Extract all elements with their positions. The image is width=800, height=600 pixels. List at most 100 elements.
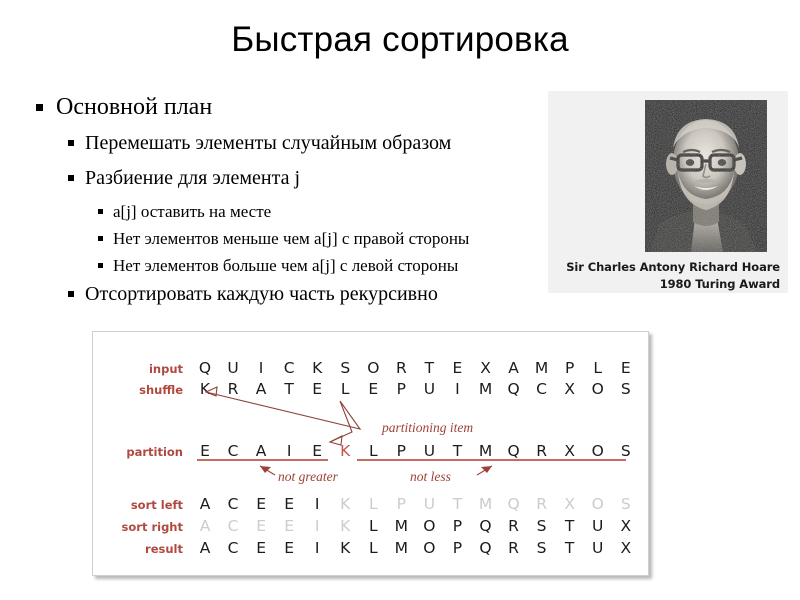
trace-cell: P <box>397 442 406 460</box>
annotation-not-less: not less <box>410 469 451 484</box>
trace-cell: S <box>340 359 350 377</box>
outline-item-label: Отсортировать каждую часть рекурсивно <box>85 283 438 305</box>
outline-item-level3: Нет элементов больше чем a[j] с левой ст… <box>98 254 546 277</box>
outline-item-level2: Перемешать элементы случайным образом <box>68 130 546 156</box>
trace-cell: U <box>592 539 603 557</box>
trace-cell: E <box>200 442 210 460</box>
trace-cell: O <box>423 517 435 535</box>
trace-cell: P <box>565 359 574 377</box>
annotation-not-greater: not greater <box>278 469 339 484</box>
trace-cell: T <box>424 359 435 377</box>
trace-cell: T <box>283 380 294 398</box>
trace-cell: C <box>228 495 239 513</box>
trace-cell: I <box>315 539 320 557</box>
trace-cell: E <box>256 517 266 535</box>
outline-item-label: Нет элементов меньше чем a[j] с правой с… <box>113 229 470 248</box>
trace-cell: U <box>424 495 435 513</box>
trace-cell: T <box>452 495 463 513</box>
trace-cell: A <box>200 517 211 535</box>
trace-cell: I <box>455 380 460 398</box>
trace-cell: E <box>621 359 631 377</box>
trace-cell: L <box>369 495 378 513</box>
outline-item-label: Разбиение для элемента j <box>85 167 301 189</box>
trace-cell: S <box>537 539 547 557</box>
outline-list: Основной план Перемешать элементы случай… <box>36 93 546 316</box>
trace-cell: M <box>395 517 408 535</box>
trace-cell: S <box>621 442 631 460</box>
trace-cell: T <box>452 442 463 460</box>
bullet-square-icon <box>68 140 74 146</box>
bullet-square-icon <box>98 263 103 268</box>
trace-cell: X <box>564 495 575 513</box>
trace-cell: A <box>256 442 267 460</box>
trace-cell: O <box>423 539 435 557</box>
annotation-partitioning-item: partitioning item <box>381 420 473 435</box>
outline-item-level1: Основной план <box>36 93 546 122</box>
trace-row-label: result <box>145 542 183 556</box>
trace-row-label: input <box>149 362 184 376</box>
trace-cell: K <box>312 359 323 377</box>
trace-cell: U <box>424 380 435 398</box>
bullet-square-icon <box>98 209 103 214</box>
trace-cell: C <box>284 359 295 377</box>
trace-cell: P <box>453 539 462 557</box>
outline-item-level2: Разбиение для элемента j <box>68 165 546 191</box>
trace-row-label: partition <box>126 445 183 459</box>
bullet-square-icon <box>68 175 74 181</box>
trace-cell: C <box>536 380 547 398</box>
trace-cell: U <box>592 517 603 535</box>
trace-cell: U <box>227 359 238 377</box>
bullet-square-icon <box>98 236 103 241</box>
trace-cell: X <box>564 380 575 398</box>
trace-cell: E <box>312 380 322 398</box>
trace-cell: T <box>564 517 575 535</box>
trace-cell: X <box>480 359 491 377</box>
portrait-block: Sir Charles Antony Richard Hoare 1980 Tu… <box>548 91 788 293</box>
trace-cell: K <box>340 517 351 535</box>
outline-item-label: a[j] оставить на месте <box>113 202 272 221</box>
trace-cell: P <box>397 380 406 398</box>
trace-cell: E <box>284 517 294 535</box>
outline-item-level3: a[j] оставить на месте <box>98 200 546 223</box>
trace-rows: input Q U I C K S O R T E X A M P L Eshuffle K R A T E L E P U I M Q… <box>122 359 632 557</box>
trace-cell: R <box>536 442 547 460</box>
trace-cell: K <box>340 442 351 460</box>
trace-cell: L <box>369 442 378 460</box>
trace-cell: A <box>508 359 519 377</box>
trace-cell: M <box>535 359 548 377</box>
quicksort-trace-figure: input Q U I C K S O R T E X A M P L Eshuffle K R A T E L E P U I M Q… <box>92 331 649 576</box>
trace-cell: S <box>621 380 631 398</box>
trace-cell: M <box>479 495 492 513</box>
trace-cell: A <box>200 539 211 557</box>
trace-cell: Q <box>507 495 519 513</box>
trace-row-label: sort right <box>122 520 184 534</box>
outline-item-level3: Нет элементов меньше чем a[j] с правой с… <box>98 227 546 250</box>
portrait-caption-award: 1980 Turing Award <box>659 277 780 291</box>
trace-cell: Q <box>479 539 491 557</box>
trace-cell: M <box>479 380 492 398</box>
trace-cell: R <box>508 517 519 535</box>
trace-cell: X <box>564 442 575 460</box>
trace-cell: Q <box>507 380 519 398</box>
trace-cell: O <box>592 442 604 460</box>
trace-cell: E <box>312 442 322 460</box>
trace-cell: T <box>564 539 575 557</box>
bullet-square-icon <box>68 291 74 297</box>
trace-cell: A <box>256 380 267 398</box>
trace-cell: Q <box>199 359 211 377</box>
outline-sublist: a[j] оставить на месте Нет элементов мен… <box>36 200 546 277</box>
trace-cell: Q <box>479 517 491 535</box>
trace-cell: X <box>620 539 631 557</box>
trace-cell: E <box>284 495 294 513</box>
trace-cell: E <box>256 539 266 557</box>
trace-cell: E <box>284 539 294 557</box>
trace-cell: M <box>479 442 492 460</box>
trace-cell: E <box>368 380 378 398</box>
trace-cell: L <box>369 539 378 557</box>
outline-item-level2: Отсортировать каждую часть рекурсивно <box>68 281 546 307</box>
trace-cell: L <box>593 359 602 377</box>
bullet-square-icon <box>36 104 43 111</box>
trace-cell: R <box>508 539 519 557</box>
trace-cell: P <box>397 495 406 513</box>
trace-cell: S <box>537 517 547 535</box>
